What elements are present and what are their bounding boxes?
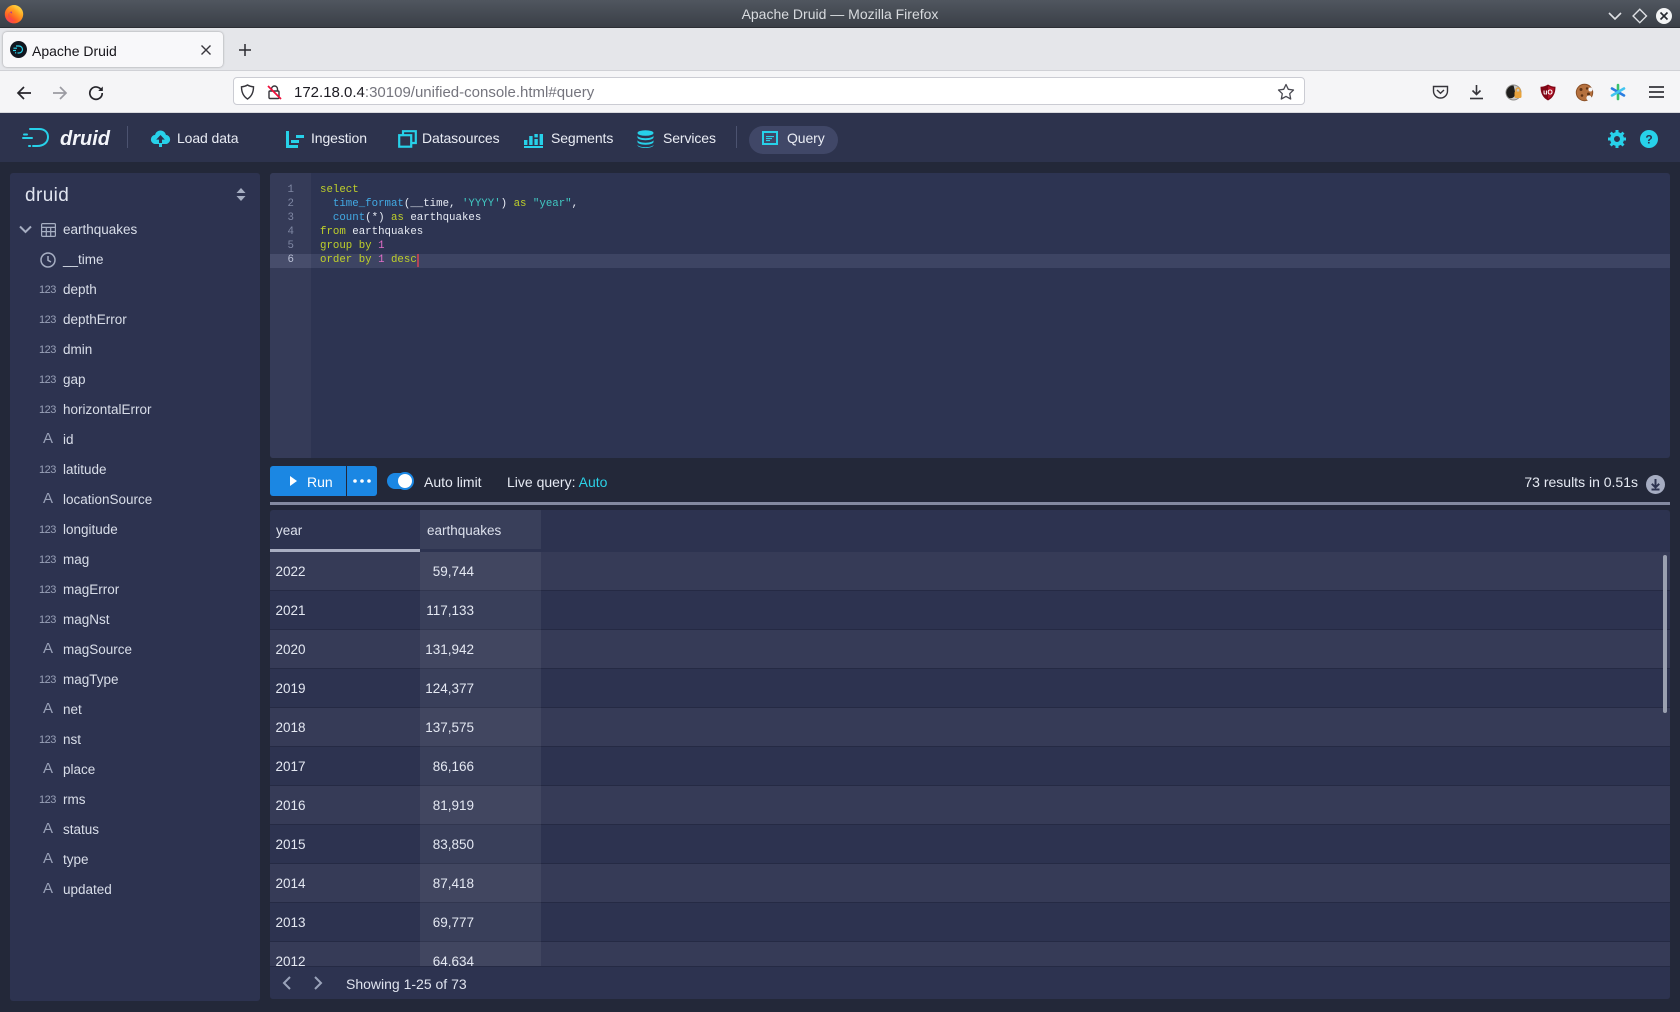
svg-text:?: ? xyxy=(1645,132,1652,146)
svg-text:uO: uO xyxy=(1543,90,1553,97)
